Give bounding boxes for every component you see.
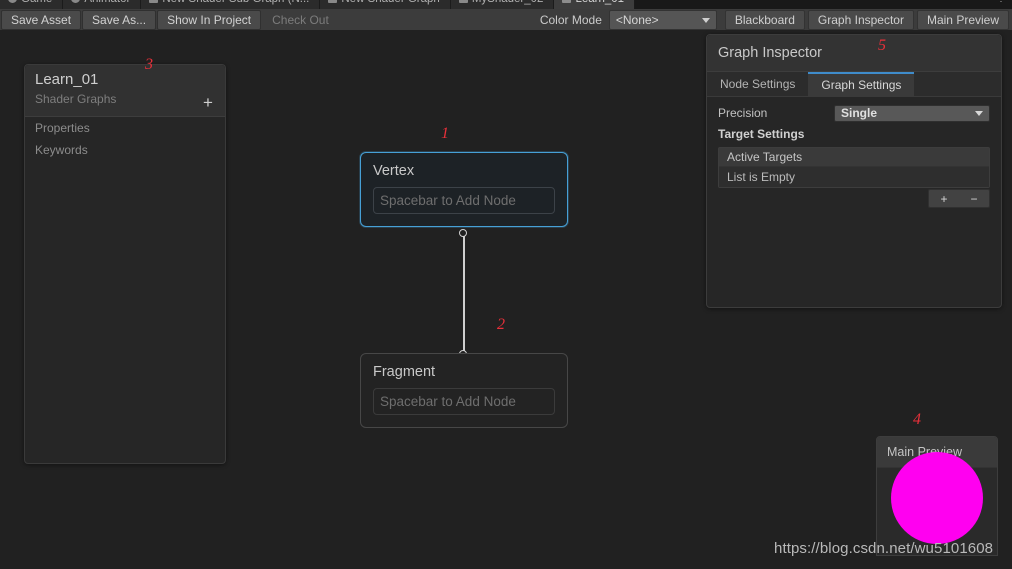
editor-tab-new-shader-graph[interactable]: New Shader Graph: [320, 0, 451, 9]
main-preview-toggle-button[interactable]: Main Preview: [916, 9, 1009, 30]
annotation-1: 1: [441, 125, 449, 142]
vertex-node-title: Vertex: [373, 163, 415, 179]
active-targets-list[interactable]: Active Targets List is Empty: [718, 147, 990, 188]
active-targets-empty-message: List is Empty: [719, 167, 989, 187]
node-connection-edge: [463, 233, 465, 355]
vertex-master-node[interactable]: Vertex Spacebar to Add Node: [360, 152, 568, 227]
precision-dropdown[interactable]: Single: [834, 104, 990, 122]
editor-tab-label: New Shader Graph: [341, 0, 439, 5]
editor-tab-label: MyShader_02: [472, 0, 544, 5]
graph-inspector-panel[interactable]: Graph Inspector Node Settings Graph Sett…: [706, 34, 1002, 308]
preview-sphere: [891, 452, 983, 544]
shadergraph-icon: [458, 0, 468, 3]
blackboard-title: Learn_01: [35, 71, 99, 88]
editor-tab-new-shader-sub-graph[interactable]: New Shader Sub Graph (N...: [141, 0, 321, 9]
shadergraph-icon: [149, 0, 159, 3]
blackboard-header: Learn_01 Shader Graphs +: [25, 65, 225, 117]
active-targets-list-header: Active Targets: [719, 148, 989, 167]
precision-field-row: Precision Single: [718, 103, 990, 123]
graph-inspector-toggle-button[interactable]: Graph Inspector: [807, 9, 914, 30]
shadergraph-icon: [328, 0, 338, 3]
fragment-master-node[interactable]: Fragment Spacebar to Add Node: [360, 353, 568, 428]
editor-tab-strip: Game Animator New Shader Sub Graph (N...…: [0, 0, 1012, 9]
graph-inspector-body: Precision Single Target Settings Active …: [707, 97, 1001, 208]
fragment-node-title: Fragment: [373, 364, 436, 380]
chevron-down-icon: [975, 111, 983, 116]
editor-tab-myshader-02[interactable]: MyShader_02: [450, 0, 555, 9]
editor-tab-animator[interactable]: Animator: [63, 0, 142, 9]
color-mode-label: Color Mode: [539, 12, 602, 27]
editor-tab-label: Game: [21, 0, 52, 5]
animator-icon: [71, 0, 81, 3]
blackboard-section-label: Keywords: [35, 143, 88, 157]
vertex-node-add-node-slot[interactable]: Spacebar to Add Node: [373, 187, 555, 214]
add-target-icon[interactable]: +: [940, 192, 947, 206]
editor-tab-label: Animator: [84, 0, 130, 5]
blackboard-section-label: Properties: [35, 121, 90, 135]
tab-overflow-icon[interactable]: ⋮: [996, 0, 1006, 9]
blackboard-section-keywords[interactable]: Keywords: [25, 139, 225, 161]
fragment-node-add-node-slot[interactable]: Spacebar to Add Node: [373, 388, 555, 415]
graph-inspector-tabs: Node Settings Graph Settings: [707, 72, 1001, 97]
active-targets-list-buttons: + −: [928, 189, 990, 208]
active-targets-list-footer: + −: [718, 189, 990, 208]
save-as-button[interactable]: Save As...: [82, 9, 157, 30]
target-settings-header: Target Settings: [718, 127, 805, 141]
save-asset-button[interactable]: Save Asset: [1, 9, 82, 30]
tab-label: Graph Settings: [821, 78, 902, 92]
tab-graph-settings[interactable]: Graph Settings: [808, 72, 915, 96]
watermark: https://blog.csdn.net/wu5101608: [774, 540, 993, 557]
annotation-5: 5: [878, 37, 886, 54]
watermark-link: wu5101608: [914, 540, 994, 557]
blackboard-toggle-button[interactable]: Blackboard: [724, 9, 805, 30]
annotation-4: 4: [913, 411, 921, 428]
shadergraph-icon: [562, 0, 572, 3]
chevron-down-icon: [701, 17, 710, 23]
editor-tab-learn-01[interactable]: Learn_01: [554, 0, 636, 9]
tab-label: Node Settings: [720, 77, 796, 91]
annotation-2: 2: [497, 316, 505, 333]
show-in-project-button[interactable]: Show In Project: [157, 9, 262, 30]
precision-value: Single: [841, 106, 878, 120]
editor-tab-label: New Shader Sub Graph (N...: [162, 0, 309, 5]
add-property-icon[interactable]: +: [199, 94, 217, 112]
game-icon: [8, 0, 17, 3]
editor-tab-game[interactable]: Game: [0, 0, 64, 9]
main-preview-panel[interactable]: Main Preview: [876, 436, 998, 556]
vertex-node-output-port[interactable]: [459, 229, 467, 237]
remove-target-icon[interactable]: −: [970, 192, 977, 206]
color-mode-value: <None>: [615, 12, 659, 27]
blackboard-subtitle: Shader Graphs: [35, 92, 117, 106]
graph-inspector-title: Graph Inspector: [707, 35, 1001, 72]
tab-node-settings[interactable]: Node Settings: [707, 72, 809, 96]
watermark-prefix: https://blog.csdn.net/: [774, 540, 915, 557]
color-mode-dropdown[interactable]: <None>: [608, 9, 717, 30]
precision-label: Precision: [718, 106, 768, 120]
shader-graph-editor-window: Game Animator New Shader Sub Graph (N...…: [0, 0, 1012, 569]
graph-toolbar: Save Asset Save As... Show In Project Ch…: [0, 9, 1012, 31]
blackboard-section-properties[interactable]: Properties: [25, 117, 225, 139]
annotation-3: 3: [145, 56, 153, 73]
check-out-button: Check Out: [272, 12, 329, 27]
blackboard-panel[interactable]: Learn_01 Shader Graphs + Properties Keyw…: [24, 64, 226, 464]
editor-tab-label: Learn_01: [575, 0, 624, 5]
